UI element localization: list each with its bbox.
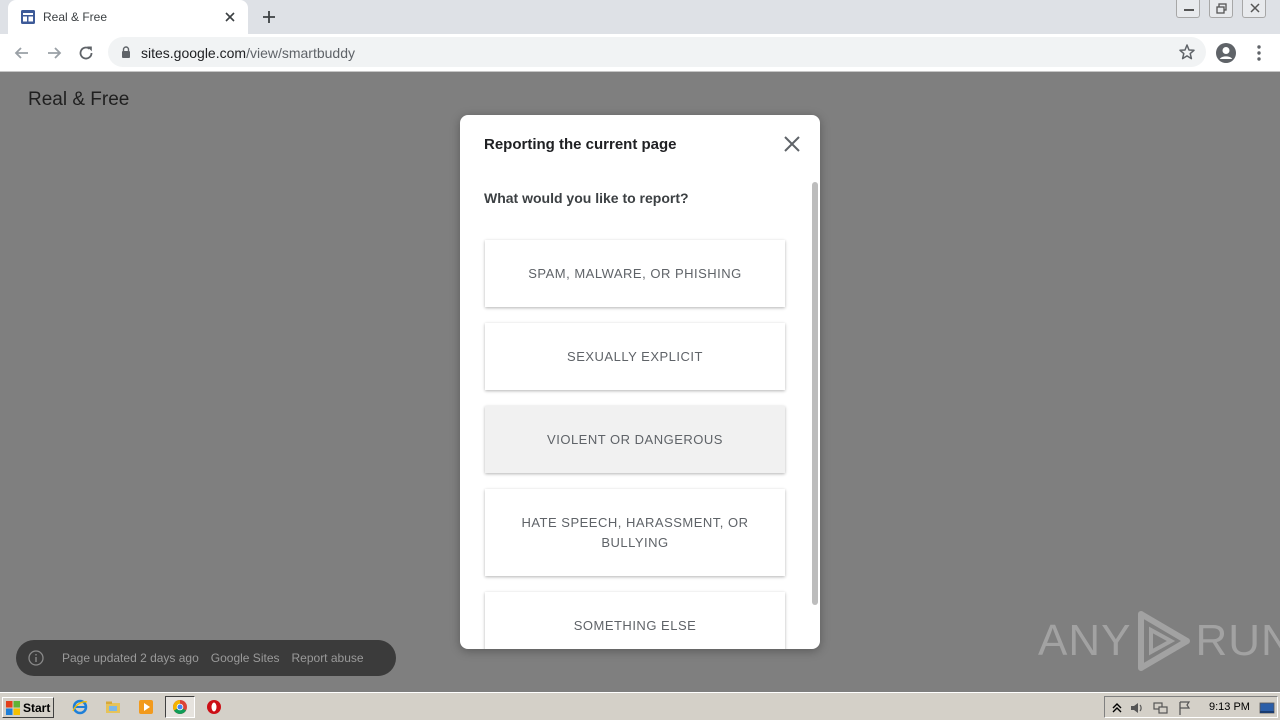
option-hate-speech[interactable]: HATE SPEECH, HARASSMENT, OR BULLYING (485, 489, 785, 576)
url-path: /view/smartbuddy (246, 45, 355, 61)
menu-kebab-icon[interactable] (1250, 43, 1268, 63)
watermark-left-text: ANY (1038, 616, 1132, 665)
tab-title: Real & Free (43, 10, 108, 24)
option-sexually-explicit[interactable]: SEXUALLY EXPLICIT (485, 323, 785, 390)
page-info-bar: Page updated 2 days ago Google Sites Rep… (16, 640, 396, 676)
opera-icon[interactable] (206, 699, 222, 715)
close-tab-icon[interactable] (222, 9, 238, 25)
close-window-button[interactable] (1242, 0, 1266, 18)
info-icon[interactable] (28, 650, 44, 666)
file-explorer-icon[interactable] (105, 699, 121, 715)
tab-strip: Real & Free (0, 0, 1280, 34)
bookmark-star-icon[interactable] (1178, 43, 1196, 61)
action-center-flag-icon[interactable] (1177, 700, 1193, 716)
anyrun-watermark: ANY RUN (1038, 610, 1280, 672)
media-player-icon[interactable] (138, 699, 154, 715)
restore-icon (1216, 3, 1227, 14)
page-updated-text: Page updated 2 days ago (62, 651, 199, 665)
system-tray: 9:13 PM (1104, 696, 1278, 718)
dialog-title: Reporting the current page (484, 136, 677, 153)
profile-icon[interactable] (1215, 42, 1237, 64)
browser-toolbar: sites.google.com/view/smartbuddy (0, 34, 1280, 72)
show-hidden-icons-icon[interactable] (1109, 700, 1125, 716)
minimize-icon (1184, 9, 1194, 11)
option-spam[interactable]: SPAM, MALWARE, OR PHISHING (485, 240, 785, 307)
page-area: Real & Free Reporting the current page W… (0, 72, 1280, 692)
google-sites-link[interactable]: Google Sites (211, 651, 280, 665)
reload-icon[interactable] (76, 43, 96, 63)
restore-button[interactable] (1209, 0, 1233, 18)
tab-real-and-free[interactable]: Real & Free (8, 0, 248, 34)
play-logo-icon (1138, 611, 1191, 671)
chrome-icon (173, 700, 187, 714)
clock[interactable]: 9:13 PM (1209, 701, 1250, 713)
windows-logo-icon (6, 700, 20, 715)
google-sites-icon (21, 10, 35, 24)
option-violent[interactable]: VIOLENT OR DANGEROUS (485, 406, 785, 473)
report-abuse-link[interactable]: Report abuse (292, 651, 364, 665)
taskbar: Start 9:13 PM (0, 692, 1280, 720)
address-bar[interactable]: sites.google.com/view/smartbuddy (108, 37, 1206, 67)
volume-icon[interactable] (1129, 700, 1145, 716)
window-controls (1167, 0, 1266, 18)
close-dialog-icon[interactable] (782, 134, 802, 154)
dialog-question: What would you like to report? (484, 190, 689, 206)
start-button[interactable]: Start (2, 697, 54, 718)
url-text[interactable]: sites.google.com/view/smartbuddy (141, 45, 355, 61)
show-desktop-icon[interactable] (1259, 700, 1275, 716)
internet-explorer-icon[interactable] (72, 699, 88, 715)
start-label: Start (23, 700, 51, 715)
option-something-else[interactable]: SOMETHING ELSE (485, 592, 785, 649)
chrome-taskbar-button[interactable] (165, 696, 195, 718)
dialog-scrollbar[interactable] (812, 182, 818, 605)
watermark-right-text: RUN (1195, 616, 1280, 665)
new-tab-icon[interactable] (260, 8, 278, 26)
close-window-icon (1250, 3, 1260, 13)
lock-icon[interactable] (120, 45, 132, 59)
site-title[interactable]: Real & Free (28, 89, 129, 111)
minimize-button[interactable] (1176, 0, 1200, 18)
back-icon[interactable] (12, 43, 32, 63)
forward-icon[interactable] (44, 43, 64, 63)
url-domain: sites.google.com (141, 45, 247, 61)
network-icon[interactable] (1153, 700, 1169, 716)
report-dialog: Reporting the current page What would yo… (460, 115, 820, 649)
